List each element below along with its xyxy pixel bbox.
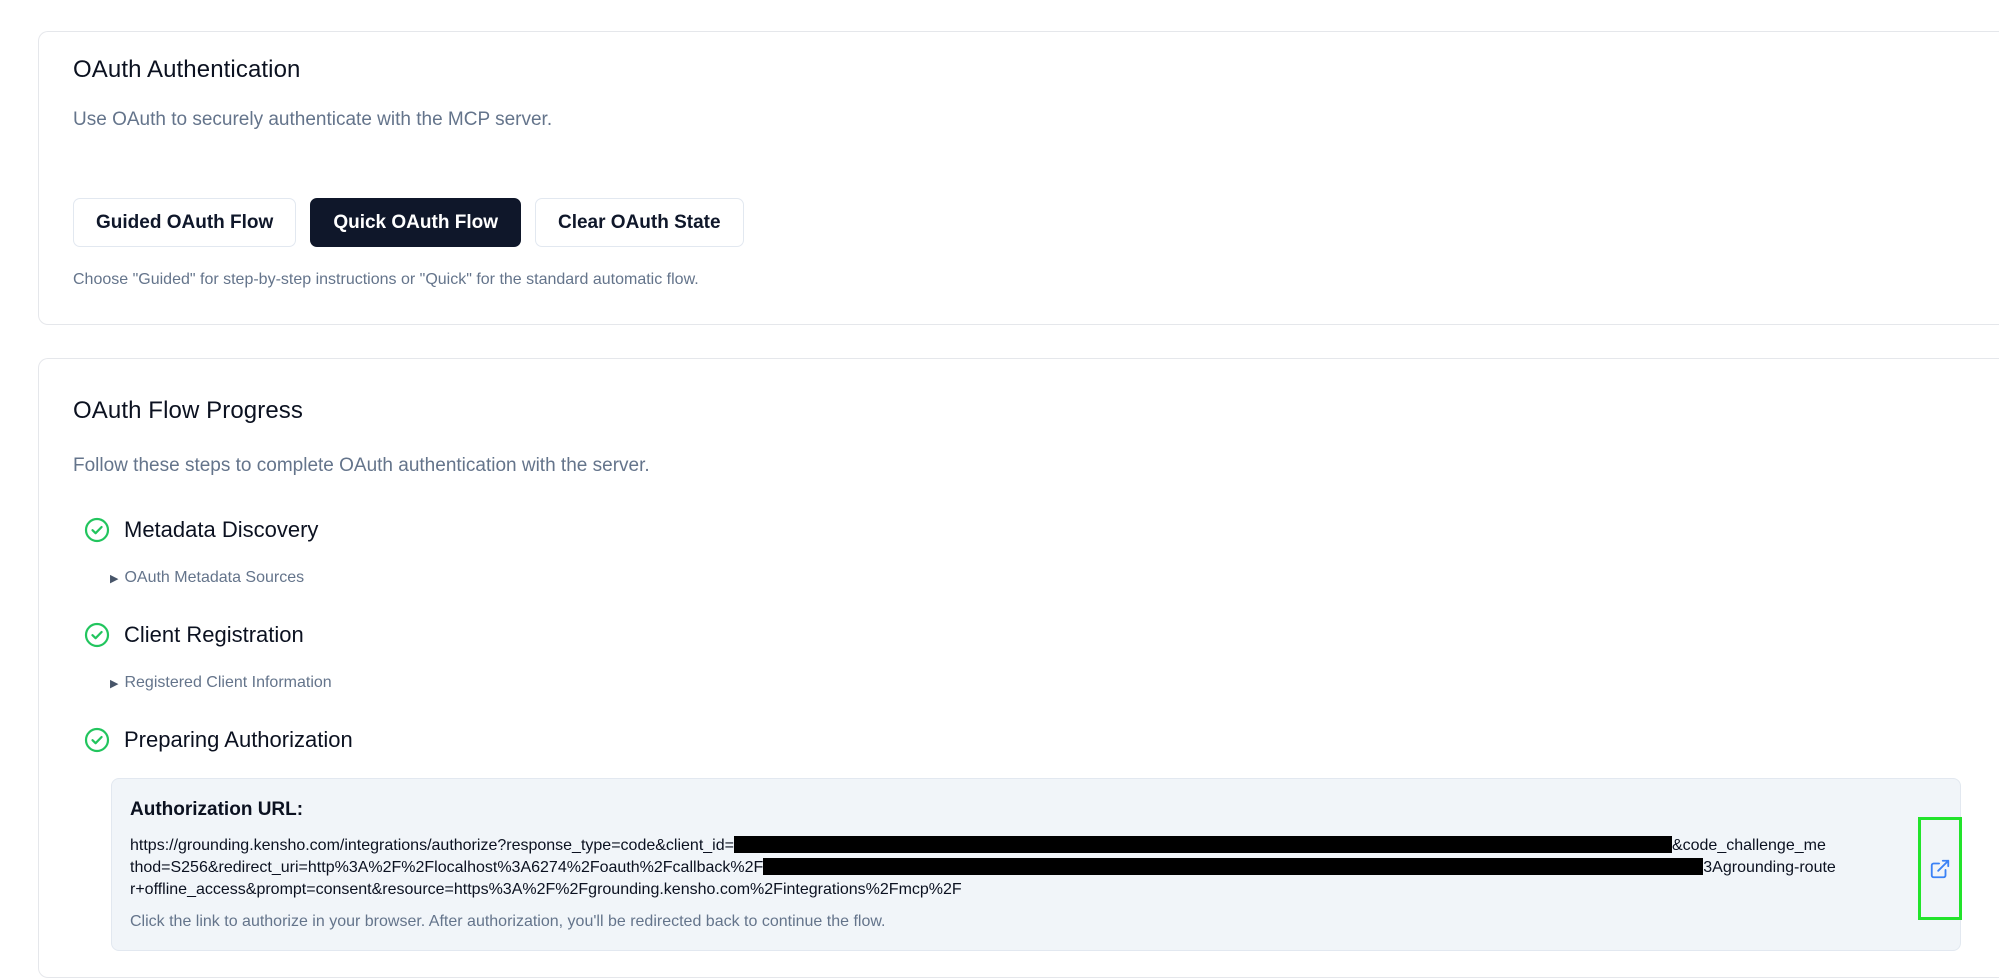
oauth-metadata-sources-toggle[interactable]: ▶ OAuth Metadata Sources <box>110 569 304 587</box>
oauth-authentication-title: OAuth Authentication <box>73 56 301 83</box>
open-authorization-url-button[interactable] <box>1918 817 1962 920</box>
url-line-3: r+offline_access&prompt=consent&resource… <box>130 881 962 898</box>
oauth-button-row: Guided OAuth Flow Quick OAuth Flow Clear… <box>73 198 744 247</box>
url-text: thod=S256&redirect_uri=http%3A%2F%2Floca… <box>130 859 764 876</box>
check-circle-icon <box>84 622 110 648</box>
registered-client-information-toggle[interactable]: ▶ Registered Client Information <box>110 674 332 692</box>
disclosure-label: OAuth Metadata Sources <box>124 569 305 586</box>
check-circle-icon <box>84 727 110 753</box>
oauth-helper-text: Choose "Guided" for step-by-step instruc… <box>73 271 699 288</box>
guided-oauth-flow-button[interactable]: Guided OAuth Flow <box>73 198 297 247</box>
external-link-icon <box>1930 859 1950 878</box>
triangle-right-icon: ▶ <box>110 572 119 585</box>
url-text: &code_challenge_me <box>1671 837 1826 854</box>
oauth-flow-progress-description: Follow these steps to complete OAuth aut… <box>73 455 650 476</box>
disclosure-label: Registered Client Information <box>124 674 332 691</box>
authorization-url-box: Authorization URL: https://grounding.ken… <box>111 778 1962 951</box>
oauth-flow-progress-title: OAuth Flow Progress <box>73 397 303 424</box>
step-metadata-discovery: Metadata Discovery <box>84 517 318 543</box>
redacted-block <box>763 858 1704 875</box>
oauth-flow-progress-card: OAuth Flow Progress Follow these steps t… <box>38 358 1999 978</box>
check-circle-icon <box>84 517 110 543</box>
authorization-note: Click the link to authorize in your brow… <box>130 913 886 930</box>
url-line-1: https://grounding.kensho.com/integration… <box>130 835 1914 857</box>
step-label: Metadata Discovery <box>124 517 319 542</box>
triangle-right-icon: ▶ <box>110 677 119 690</box>
url-text: https://grounding.kensho.com/integration… <box>130 837 734 854</box>
step-client-registration: Client Registration <box>84 622 304 648</box>
step-preparing-authorization: Preparing Authorization <box>84 727 353 753</box>
quick-oauth-flow-button[interactable]: Quick OAuth Flow <box>310 198 521 247</box>
step-label: Client Registration <box>124 622 304 647</box>
url-line-2: thod=S256&redirect_uri=http%3A%2F%2Floca… <box>130 857 1914 879</box>
redacted-block <box>733 836 1672 853</box>
oauth-authentication-description: Use OAuth to securely authenticate with … <box>73 109 553 130</box>
authorization-url-label: Authorization URL: <box>130 799 304 820</box>
step-label: Preparing Authorization <box>124 727 353 752</box>
oauth-authentication-card: OAuth Authentication Use OAuth to secure… <box>38 31 1999 325</box>
authorization-url-link[interactable]: https://grounding.kensho.com/integration… <box>130 835 1914 901</box>
clear-oauth-state-button[interactable]: Clear OAuth State <box>534 198 744 247</box>
url-text: 3Agrounding-route <box>1703 859 1836 876</box>
